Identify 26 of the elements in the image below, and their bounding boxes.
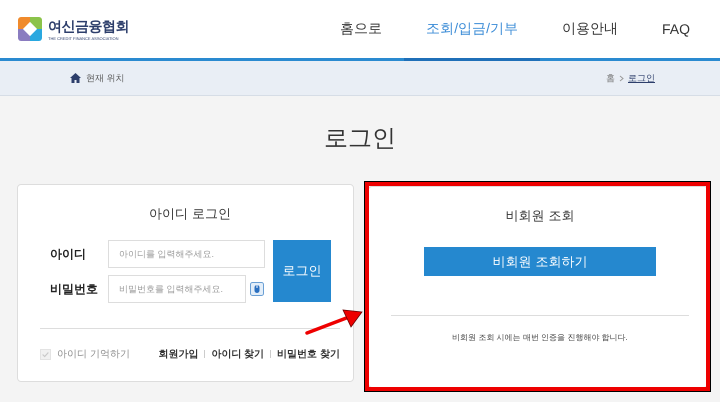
input-field[interactable]: 아이디를 입력해주세요. (108, 240, 265, 268)
login-button[interactable]: 로그인 (273, 240, 331, 302)
field-label: 비밀번호 (50, 280, 99, 298)
home-icon (70, 73, 81, 83)
nav-tab[interactable]: FAQ (640, 0, 720, 61)
nav-tab[interactable]: 홈으로 (318, 0, 404, 61)
checkbox-label: 아이디 기억하기 (57, 348, 130, 361)
account-link[interactable]: 아이디 찾기 (211, 347, 264, 361)
card-title: 비회원 조회 (504, 207, 576, 225)
notice-text: 비회원 조회 시에는 매번 인증을 진행해야 합니다. (451, 332, 629, 343)
keypad-icon[interactable] (250, 282, 264, 296)
guest-lookup-button[interactable]: 비회원 조회하기 (424, 247, 656, 276)
nav-tab[interactable]: 이용안내 (540, 0, 640, 61)
field-label: 아이디 (50, 246, 87, 262)
logo-name: 여신금융협회 (48, 18, 129, 36)
card-title: 아이디 로그인 (148, 205, 232, 223)
location-label: 현재 위치 (86, 72, 125, 84)
pointer-arrow (305, 309, 363, 336)
page-title: 로그인 (323, 124, 397, 154)
logo-icon (18, 17, 42, 41)
input-field[interactable]: 비밀번호를 입력해주세요. (108, 275, 246, 303)
account-link[interactable]: 비밀번호 찾기 (277, 347, 340, 361)
breadcrumb-link[interactable]: 홈 (606, 72, 615, 84)
breadcrumb-link[interactable]: 로그인 (628, 72, 655, 84)
account-link[interactable]: 회원가입 (158, 347, 198, 361)
chevron-icon (619, 74, 624, 82)
